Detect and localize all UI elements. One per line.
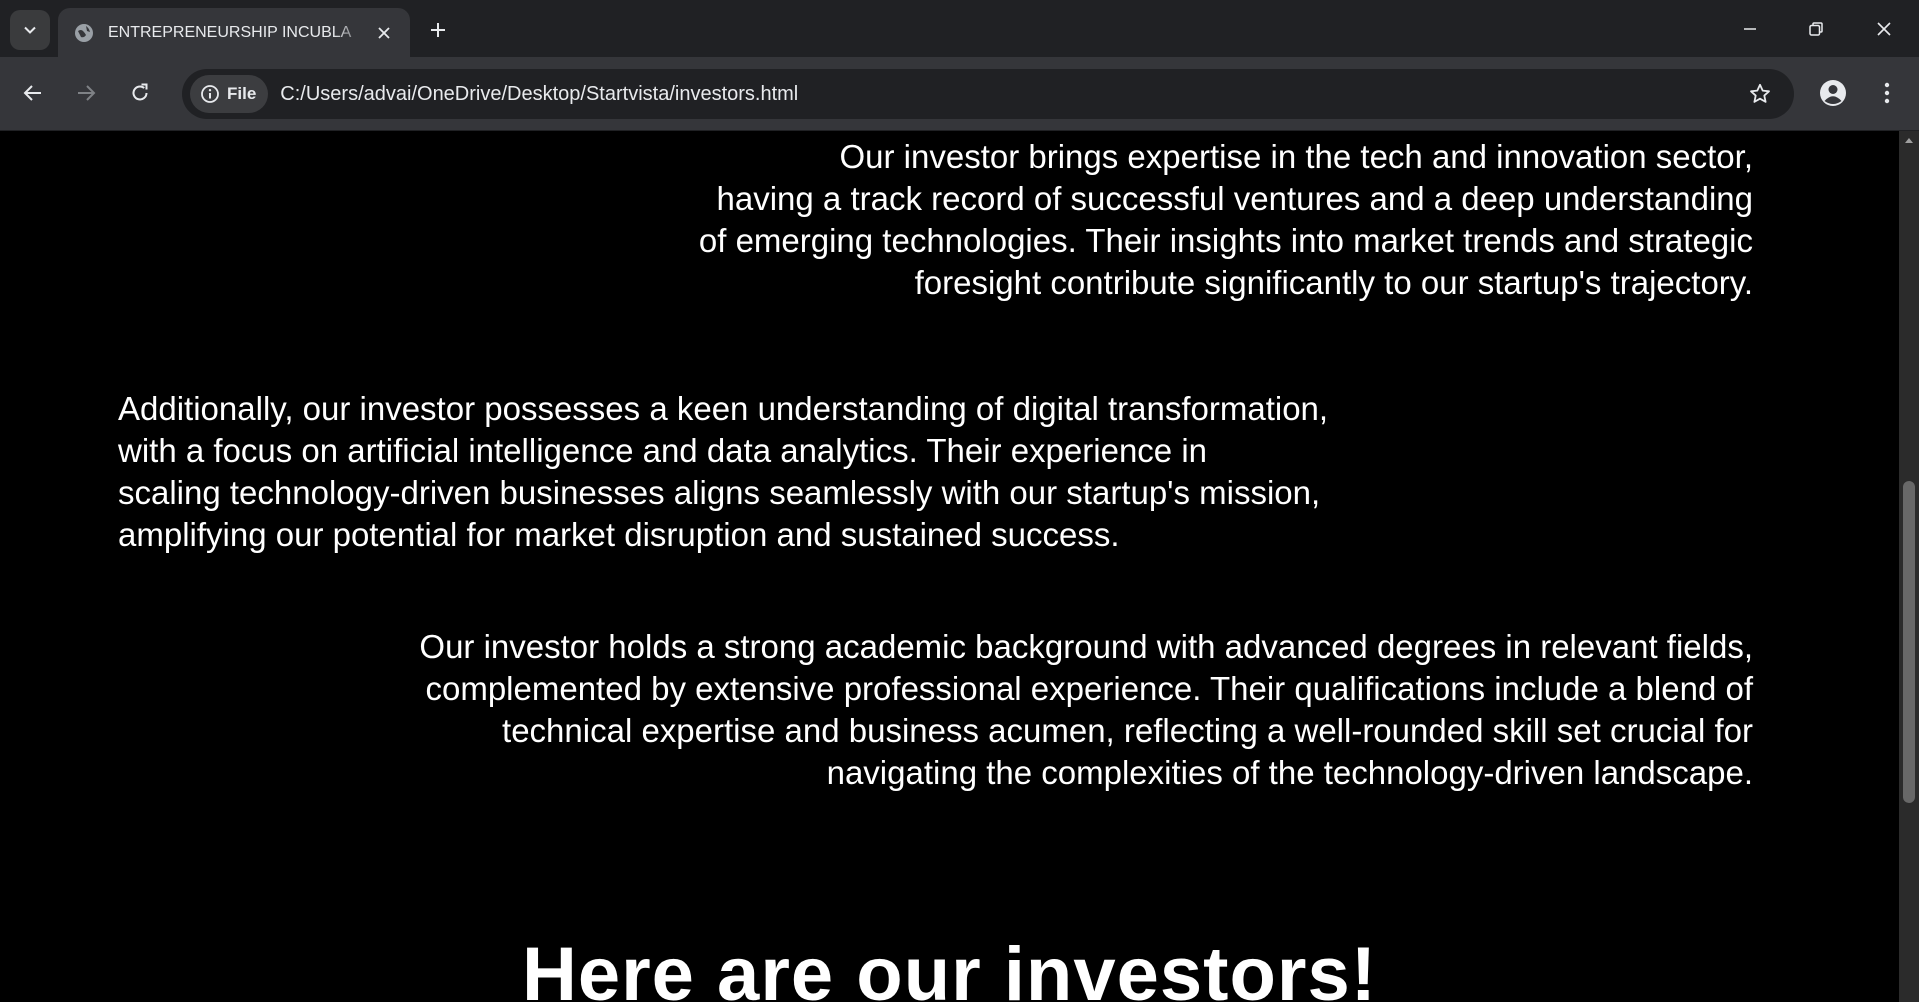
chevron-down-icon [24, 26, 36, 34]
digital-transformation-paragraph: Additionally, our investor possesses a k… [118, 388, 1328, 556]
investors-heading: Here are our investors! [521, 932, 1378, 1002]
bookmark-button[interactable] [1740, 74, 1780, 114]
paragraph-line: technical expertise and business acumen,… [502, 712, 1753, 749]
browser-toolbar: File C:/Users/advai/OneDrive/Desktop/Sta… [0, 57, 1919, 131]
academic-background-paragraph: Our investor holds a strong academic bac… [0, 626, 1753, 794]
menu-button[interactable] [1866, 72, 1908, 114]
paragraph-line: Additionally, our investor possesses a k… [118, 390, 1329, 427]
site-info-chip[interactable]: File [190, 75, 269, 113]
investor-expertise-paragraph: Our investor brings expertise in the tec… [0, 136, 1753, 304]
browser-window: ENTREPRENEURSHIP INCUBLA File C:/Users/a… [0, 0, 1919, 1002]
url-text[interactable]: C:/Users/advai/OneDrive/Desktop/Startvis… [280, 83, 798, 106]
person-icon [1820, 80, 1846, 106]
address-bar[interactable]: File C:/Users/advai/OneDrive/Desktop/Sta… [182, 69, 1794, 119]
kebab-menu-icon [1884, 82, 1890, 104]
paragraph-line: with a focus on artificial intelligence … [118, 432, 1207, 469]
paragraph-line: foresight contribute significantly to ou… [914, 264, 1753, 301]
close-icon [378, 26, 390, 39]
tab-search-button[interactable] [10, 10, 50, 50]
restore-icon [1809, 21, 1823, 36]
new-tab-button[interactable] [420, 12, 456, 48]
paragraph-line: scaling technology-driven businesses ali… [118, 474, 1321, 511]
arrow-left-icon [23, 85, 41, 101]
minimize-icon [1744, 27, 1756, 30]
forward-button[interactable] [65, 72, 107, 114]
paragraph-line: navigating the complexities of the techn… [826, 754, 1753, 791]
paragraph-line: Our investor brings expertise in the tec… [839, 138, 1753, 175]
plus-icon [431, 23, 445, 37]
paragraph-line: Our investor holds a strong academic bac… [419, 628, 1753, 665]
restore-button[interactable] [1784, 0, 1848, 57]
paragraph-line: complemented by extensive professional e… [425, 670, 1753, 707]
vertical-scrollbar[interactable] [1899, 131, 1919, 1002]
close-window-button[interactable] [1852, 0, 1916, 57]
paragraph-line: amplifying our potential for market disr… [118, 516, 1120, 553]
active-tab[interactable]: ENTREPRENEURSHIP INCUBLA [58, 8, 410, 57]
close-icon [1877, 21, 1891, 36]
info-icon [201, 85, 219, 103]
paragraph-line: having a track record of successful vent… [716, 180, 1753, 217]
paragraph-line: of emerging technologies. Their insights… [698, 222, 1753, 259]
tab-close-button[interactable] [372, 21, 396, 45]
profile-button[interactable] [1812, 72, 1854, 114]
site-info-label: File [227, 84, 257, 103]
scrollbar-thumb[interactable] [1903, 481, 1915, 803]
minimize-button[interactable] [1718, 0, 1782, 57]
triangle-up-icon [1905, 138, 1913, 143]
page-viewport: Our investor brings expertise in the tec… [0, 131, 1899, 1002]
reload-icon [132, 83, 148, 101]
back-button[interactable] [12, 72, 54, 114]
globe-icon [74, 23, 94, 43]
tab-title: ENTREPRENEURSHIP INCUBLA [108, 23, 352, 41]
scroll-up-button[interactable] [1899, 131, 1919, 149]
tab-strip: ENTREPRENEURSHIP INCUBLA [0, 0, 1919, 57]
star-icon [1750, 83, 1770, 103]
reload-button[interactable] [119, 72, 161, 114]
arrow-right-icon [78, 85, 96, 101]
